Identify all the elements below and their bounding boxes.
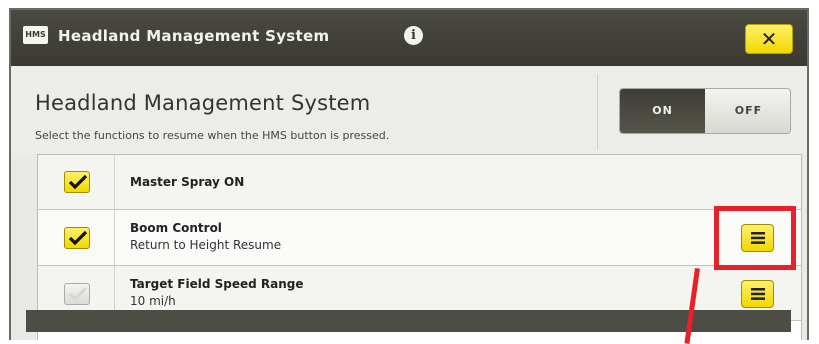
toggle-off-button[interactable]: OFF [705,89,790,133]
function-subtitle: Return to Height Resume [130,238,282,252]
hms-logo-icon: HMS [23,26,48,44]
checkmark-icon [68,230,88,246]
list-icon [751,288,765,300]
function-title: Master Spray ON [130,175,245,189]
window-title: Headland Management System [58,27,330,45]
checkmark-icon [68,286,88,302]
function-subtitle: 10 mi/h [130,294,176,308]
hms-dialog: HMS Headland Management System i ✕ Headl… [9,8,809,340]
footer-bar [26,310,791,332]
toggle-on-button[interactable]: ON [620,89,705,133]
checkmark-icon [68,174,88,190]
page-subtitle: Select the functions to resume when the … [35,129,390,142]
on-off-toggle[interactable]: ON OFF [619,88,791,134]
function-title: Boom Control [130,221,222,235]
function-title: Target Field Speed Range [130,277,304,291]
target-speed-checkbox[interactable] [64,283,90,305]
divider [597,74,598,150]
function-row-master-spray[interactable]: Master Spray ON [38,155,801,210]
master-spray-checkbox[interactable] [64,171,90,193]
boom-control-checkbox[interactable] [64,227,90,249]
header-panel: Headland Management System Select the fu… [11,66,807,154]
checkbox-cell [38,155,115,209]
target-speed-options-button[interactable] [741,280,774,308]
annotation-highlight-box [714,206,796,270]
checkbox-cell [38,210,115,265]
close-button[interactable]: ✕ [745,24,793,54]
info-icon[interactable]: i [404,26,423,45]
page-title: Headland Management System [35,91,371,115]
title-bar: HMS Headland Management System i ✕ [11,10,807,66]
function-row-boom-control[interactable]: Boom Control Return to Height Resume [38,210,801,266]
